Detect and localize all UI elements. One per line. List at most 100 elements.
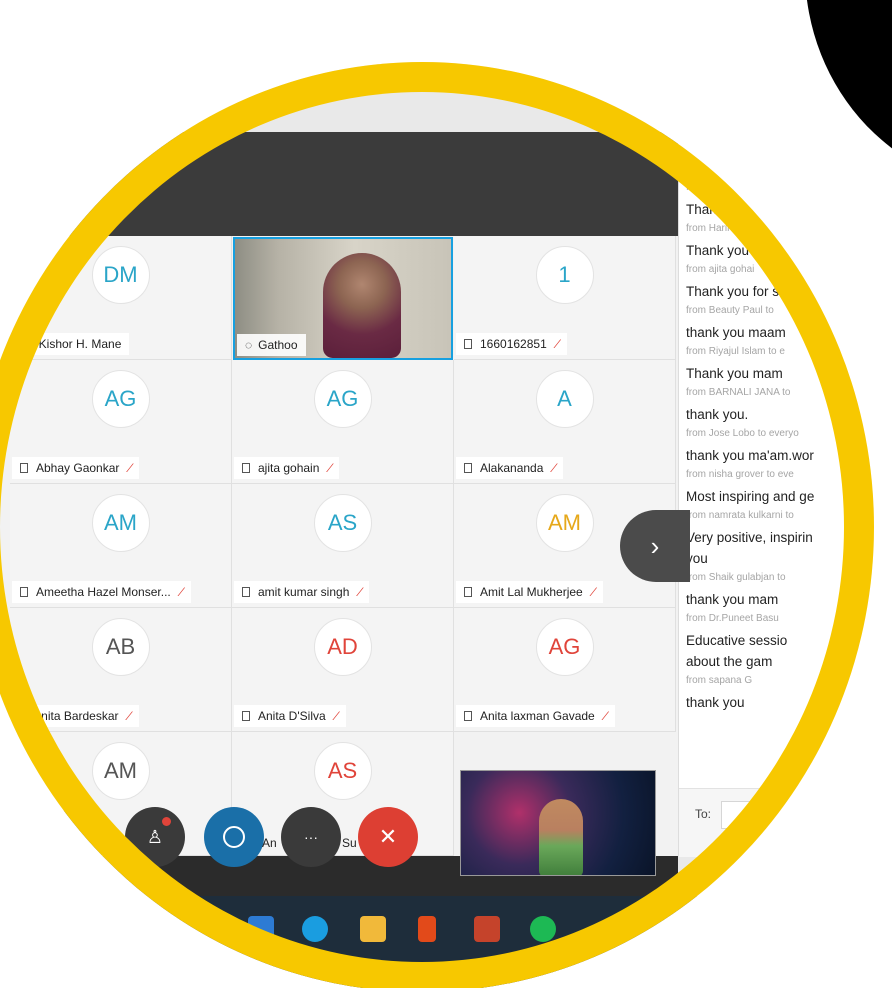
- tile-name: Anita laxman Gavade: [480, 709, 595, 723]
- avatar: AM: [535, 494, 594, 552]
- mail-app-icon[interactable]: [248, 916, 274, 942]
- chat-recipient-select[interactable]: [721, 801, 873, 829]
- tile-name-bar: ◌ Gathoo: [237, 334, 306, 356]
- phone-icon: [20, 587, 28, 597]
- participant-tile[interactable]: AM: [10, 732, 232, 856]
- chevron-right-icon: ›: [650, 530, 660, 561]
- tile-name: Ameetha Hazel Monser...: [36, 585, 171, 599]
- chat-sender: from nisha grover to eve: [686, 469, 794, 480]
- tile-name: Amit Lal Mukherjee: [480, 585, 583, 599]
- phone-icon: [464, 587, 472, 597]
- tile-name-bar: Anita D'Silva ⁄: [234, 705, 346, 727]
- tile-name-bar: 1660162851 ⁄: [456, 333, 567, 355]
- chat-message: thank you mam: [686, 592, 779, 607]
- mic-muted-icon: ⁄: [553, 461, 556, 475]
- participant-tile[interactable]: DM Dr. Kishor H. Mane: [10, 236, 232, 360]
- tile-name-bar: Anita laxman Gavade ⁄: [456, 705, 615, 727]
- chat-sender: from sapana G: [686, 675, 753, 686]
- phone-icon: [464, 711, 472, 721]
- avatar: AM: [91, 742, 150, 800]
- participant-tile[interactable]: AS amit kumar singh ⁄: [232, 484, 454, 608]
- participant-tile[interactable]: A Alakananda ⁄: [454, 360, 676, 484]
- participants-button[interactable]: ♙: [125, 807, 185, 867]
- chat-sender: from Jose Lobo to everyo: [686, 428, 799, 439]
- powerpoint-icon[interactable]: [474, 916, 500, 942]
- self-figure: [539, 799, 583, 875]
- tile-name: Anita D'Silva: [258, 709, 326, 723]
- chat-message: Educative sessio: [686, 633, 788, 648]
- partial-control-button[interactable]: [48, 807, 108, 867]
- phone-icon: [464, 339, 472, 349]
- tile-name: 1660162851: [480, 337, 547, 351]
- avatar: 1: [535, 246, 594, 304]
- avatar: A: [535, 370, 594, 428]
- participant-tile[interactable]: AD Anita D'Silva ⁄: [232, 608, 454, 732]
- tile-name-bar: amit kumar singh ⁄: [234, 581, 370, 603]
- spotify-icon[interactable]: [530, 916, 556, 942]
- partial-name-label: Su: [342, 836, 357, 850]
- participant-tile[interactable]: AM Ameetha Hazel Monser... ⁄: [10, 484, 232, 608]
- tile-name-bar: Ameetha Hazel Monser... ⁄: [12, 581, 191, 603]
- next-page-arrow-button[interactable]: ›: [620, 510, 690, 582]
- tile-name: amit kumar singh: [258, 585, 350, 599]
- chat-sender: from: [686, 182, 706, 193]
- chat-panel: from Thanks from Harira Thank you so from aj…: [678, 132, 874, 857]
- tile-name: Anita Bardeskar: [33, 709, 119, 723]
- tile-name: Alakananda: [480, 461, 544, 475]
- tile-name: Gathoo: [258, 338, 298, 352]
- tile-name: Abhay Gaonkar: [36, 461, 120, 475]
- mic-muted-icon: ⁄: [128, 709, 131, 723]
- participant-tile[interactable]: 1 1660162851 ⁄: [454, 236, 676, 360]
- chat-sender: from Harira: [686, 223, 737, 234]
- tile-name: ajita gohain: [258, 461, 320, 475]
- more-options-button[interactable]: ···: [281, 807, 341, 867]
- ellipsis-icon: ···: [304, 829, 318, 845]
- self-view-video[interactable]: [460, 770, 656, 876]
- edge-browser-icon[interactable]: [302, 916, 328, 942]
- chat-message: thank you: [686, 695, 745, 710]
- chat-to-label: To:: [695, 807, 712, 821]
- mic-muted-icon: ⁄: [335, 709, 338, 723]
- avatar: AS: [313, 742, 372, 800]
- tile-name-bar: Abhay Gaonkar ⁄: [12, 457, 140, 479]
- file-explorer-icon[interactable]: [360, 916, 386, 942]
- phone-icon: [464, 463, 472, 473]
- chat-message: Very positive, inspirin: [686, 530, 813, 545]
- speaker-figure: [323, 253, 401, 358]
- chat-message: Thank you so: [686, 243, 768, 258]
- phone-icon: [242, 711, 250, 721]
- chat-message: Thank you mam: [686, 366, 783, 381]
- chat-sender: from Shaik gulabjan to: [686, 572, 786, 583]
- avatar: AM: [91, 494, 150, 552]
- mic-muted-icon: ⁄: [556, 337, 559, 351]
- chat-message: thank you maam: [686, 325, 786, 340]
- chat-bubble-icon: [223, 826, 245, 848]
- headset-icon: ◌: [245, 338, 253, 352]
- mic-muted-icon: ⁄: [359, 585, 362, 599]
- chat-sender: from Beauty Paul to: [686, 305, 774, 316]
- close-icon: ✕: [378, 824, 398, 849]
- avatar: AD: [313, 618, 372, 676]
- chat-button[interactable]: [204, 807, 264, 867]
- chat-sender: from Riyajul Islam to e: [686, 346, 785, 357]
- avatar: AB: [91, 618, 150, 676]
- participant-tile[interactable]: AB ◌ Anita Bardeskar ⁄: [10, 608, 232, 732]
- chat-message: thank you ma'am.wor: [686, 448, 814, 463]
- windows-taskbar: [0, 896, 874, 988]
- leave-meeting-button[interactable]: ✕: [358, 807, 418, 867]
- participant-tile[interactable]: AG ajita gohain ⁄: [232, 360, 454, 484]
- participant-tile[interactable]: AG Abhay Gaonkar ⁄: [10, 360, 232, 484]
- tile-name-bar: Dr. Kishor H. Mane: [12, 333, 130, 355]
- participant-tile[interactable]: AG Anita laxman Gavade ⁄: [454, 608, 676, 732]
- avatar: AG: [313, 370, 372, 428]
- active-speaker-video[interactable]: ◌ Gathoo: [233, 237, 453, 360]
- phone-icon: [242, 463, 250, 473]
- chat-message: Thank you for s: [686, 284, 780, 299]
- mic-muted-icon: ⁄: [592, 585, 595, 599]
- tile-name: Dr. Kishor H. Mane: [20, 337, 122, 351]
- chat-sender: from BARNALI JANA to: [686, 387, 791, 398]
- chat-message: thank you.: [686, 407, 749, 422]
- office-icon[interactable]: [418, 916, 436, 942]
- tile-name-bar: Amit Lal Mukherjee ⁄: [456, 581, 603, 603]
- chat-message: Thanks: [686, 202, 731, 217]
